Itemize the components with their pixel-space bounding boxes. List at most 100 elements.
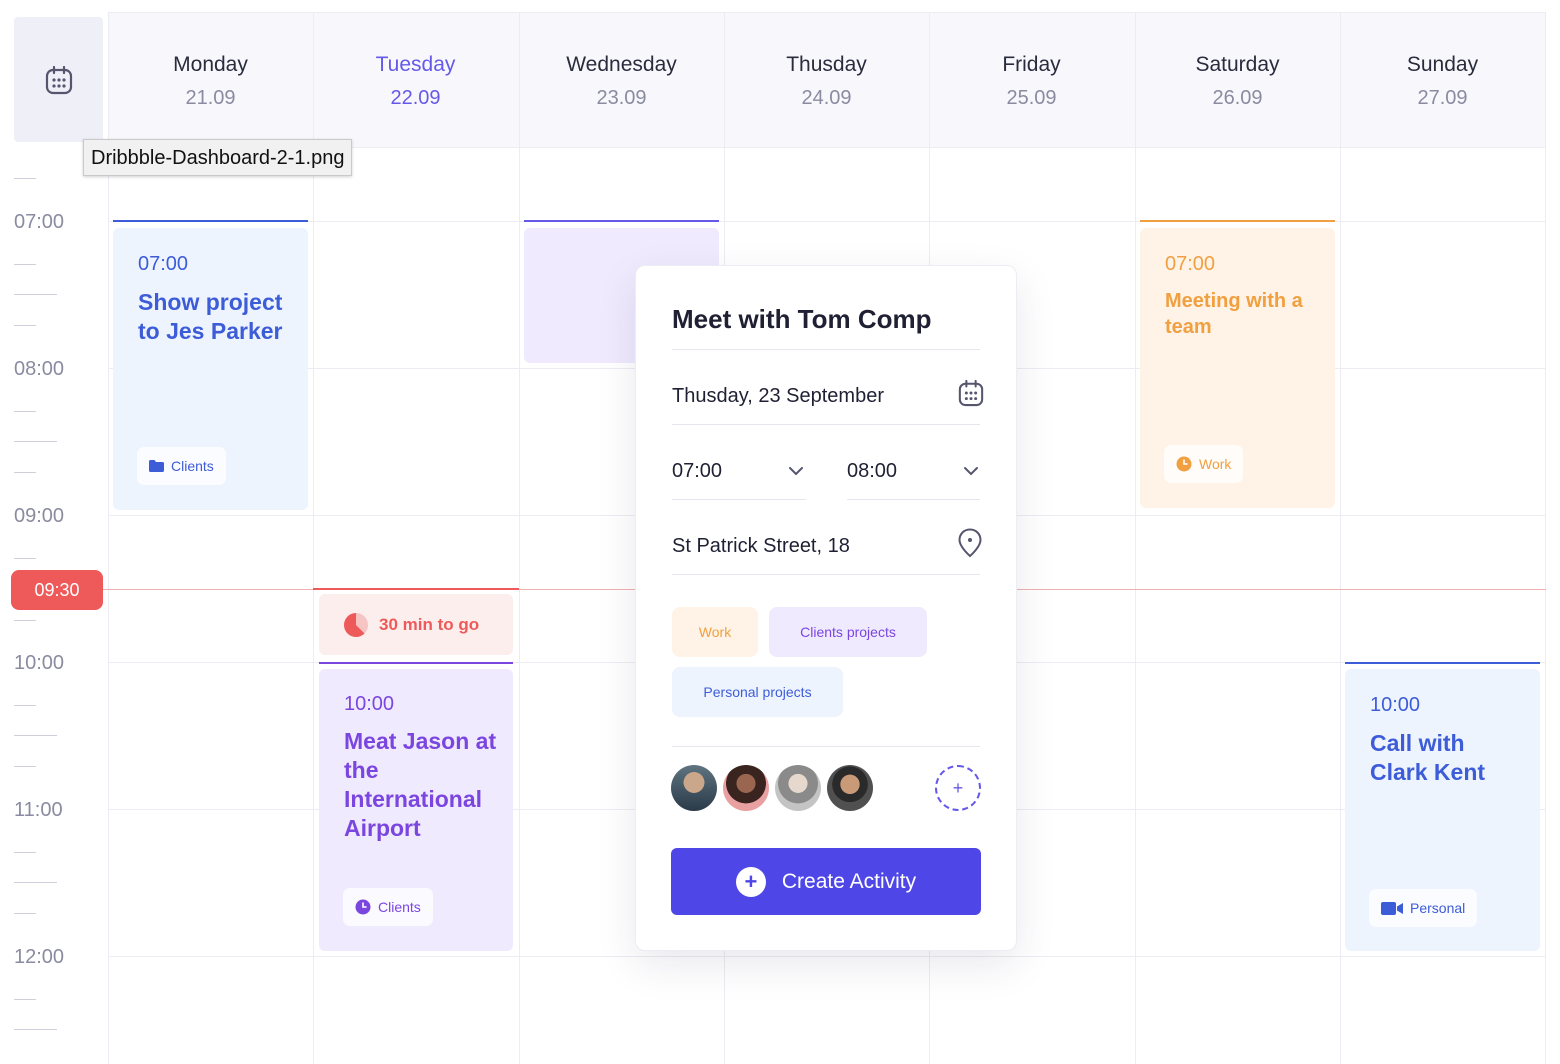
event-tag-label: Clients	[378, 899, 421, 915]
time-label: 11:00	[14, 799, 63, 821]
event-top-border	[524, 220, 719, 222]
day-date: 22.09	[390, 87, 441, 109]
create-activity-button[interactable]: + Create Activity	[671, 848, 981, 915]
event-tag[interactable]: Clients	[137, 447, 226, 485]
event-tag-label: Work	[1199, 456, 1232, 472]
countdown-label: 30 min to go	[379, 614, 480, 634]
event-top-border	[1140, 220, 1335, 222]
time-tick	[14, 178, 36, 179]
day-name: Saturday	[1195, 53, 1280, 76]
avatar[interactable]	[723, 765, 769, 811]
time-tick	[14, 882, 57, 883]
event-time: 10:00	[1370, 694, 1421, 716]
event-card-tuesday[interactable]: 10:00 Meat Jason at the International Ai…	[319, 669, 513, 951]
day-name: Wednesday	[566, 53, 677, 76]
event-title: Meeting with a team	[1165, 290, 1303, 338]
folder-icon	[149, 460, 164, 472]
event-title: Call with Clark Kent	[1370, 730, 1486, 785]
video-camera-icon	[1381, 901, 1403, 915]
divider	[672, 746, 980, 747]
tag-chip-personal-projects[interactable]: Personal projects	[672, 667, 843, 717]
current-time-badge: 09:30	[11, 570, 103, 610]
day-header-friday[interactable]: Friday 25.09	[929, 12, 1134, 148]
day-name: Thusday	[786, 53, 867, 76]
time-tick	[14, 411, 36, 412]
event-tag-label: Clients	[171, 458, 214, 474]
plus-icon: +	[735, 866, 766, 897]
tag-chip-clients-projects[interactable]: Clients projects	[769, 607, 927, 657]
time-tick	[14, 472, 36, 473]
day-date: 24.09	[801, 87, 852, 109]
day-header-saturday[interactable]: Saturday 26.09	[1135, 12, 1340, 148]
avatar[interactable]	[775, 765, 821, 811]
time-tick	[14, 325, 36, 326]
calendar-toggle-button[interactable]	[14, 17, 103, 142]
day-name: Sunday	[1406, 53, 1479, 76]
divider	[847, 499, 980, 500]
time-label: 07:00	[14, 211, 65, 233]
add-participant-button[interactable]: +	[935, 765, 981, 811]
hour-gridline	[108, 956, 1546, 957]
calendar-icon[interactable]	[958, 379, 984, 407]
clock-icon	[355, 899, 371, 915]
event-top-border	[1345, 662, 1540, 664]
time-tick	[14, 1029, 57, 1030]
start-time-value: 07:00	[672, 460, 723, 482]
event-title: Meat Jason at the International Airport	[344, 728, 497, 841]
event-time: 10:00	[344, 693, 395, 715]
day-header-sunday[interactable]: Sunday 27.09	[1340, 12, 1545, 148]
day-header-tuesday[interactable]: Tuesday 22.09	[313, 12, 518, 148]
day-header-thursday[interactable]: Thusday 24.09	[724, 12, 929, 148]
avatar[interactable]	[827, 765, 873, 811]
day-name: Monday	[173, 53, 248, 76]
event-tag[interactable]: Clients	[343, 888, 433, 926]
create-activity-label: Create Activity	[781, 869, 917, 893]
divider	[672, 574, 980, 575]
event-tag[interactable]: Work	[1164, 445, 1244, 483]
divider	[672, 499, 806, 500]
event-card-sunday[interactable]: 10:00 Call with Clark Kent Personal	[1345, 669, 1540, 951]
day-date: 23.09	[596, 87, 647, 109]
countdown-top-border	[313, 588, 519, 590]
time-tick	[14, 441, 57, 442]
event-tag[interactable]: Personal	[1369, 889, 1478, 927]
clock-icon	[1176, 456, 1192, 472]
time-tick	[14, 294, 57, 295]
divider	[672, 349, 980, 350]
grid-column-divider	[1545, 12, 1546, 1064]
chevron-down-icon	[789, 467, 803, 476]
filename-tooltip: Dribbble-Dashboard-2-1.png	[83, 139, 353, 176]
day-date: 25.09	[1006, 87, 1057, 109]
day-name: Friday	[1002, 53, 1061, 76]
event-card-monday[interactable]: 07:00 Show project to Jes Parker Clients	[113, 228, 308, 510]
day-date: 27.09	[1417, 87, 1468, 109]
popup-title: Meet with Tom Comp	[672, 304, 932, 334]
day-date: 26.09	[1212, 87, 1263, 109]
grid-column-divider	[1340, 12, 1341, 1064]
time-tick	[14, 852, 36, 853]
location-value: St Patrick Street, 18	[672, 535, 850, 557]
grid-column-divider	[519, 12, 520, 1064]
event-time: 07:00	[138, 253, 189, 275]
date-value: Thusday, 23 September	[672, 385, 884, 407]
time-tick	[14, 766, 36, 767]
time-label: 12:00	[14, 946, 65, 968]
time-tick	[14, 558, 36, 559]
event-time: 07:00	[1165, 253, 1216, 275]
time-label: 08:00	[14, 358, 65, 380]
divider	[672, 424, 980, 425]
day-header-wednesday[interactable]: Wednesday 23.09	[519, 12, 724, 148]
avatar[interactable]	[671, 765, 717, 811]
time-label: 09:00	[14, 505, 65, 527]
tag-chip-work[interactable]: Work	[672, 607, 758, 657]
time-tick	[14, 913, 36, 914]
end-time-value: 08:00	[847, 460, 898, 482]
time-tick	[14, 620, 36, 621]
event-top-border	[113, 220, 308, 222]
event-card-saturday[interactable]: 07:00 Meeting with a team Work	[1140, 228, 1335, 508]
day-header-monday[interactable]: Monday 21.09	[108, 12, 313, 148]
event-tag-label: Personal	[1410, 900, 1466, 916]
time-tick	[14, 264, 36, 265]
chevron-down-icon	[964, 467, 978, 476]
time-label: 10:00	[14, 652, 65, 674]
